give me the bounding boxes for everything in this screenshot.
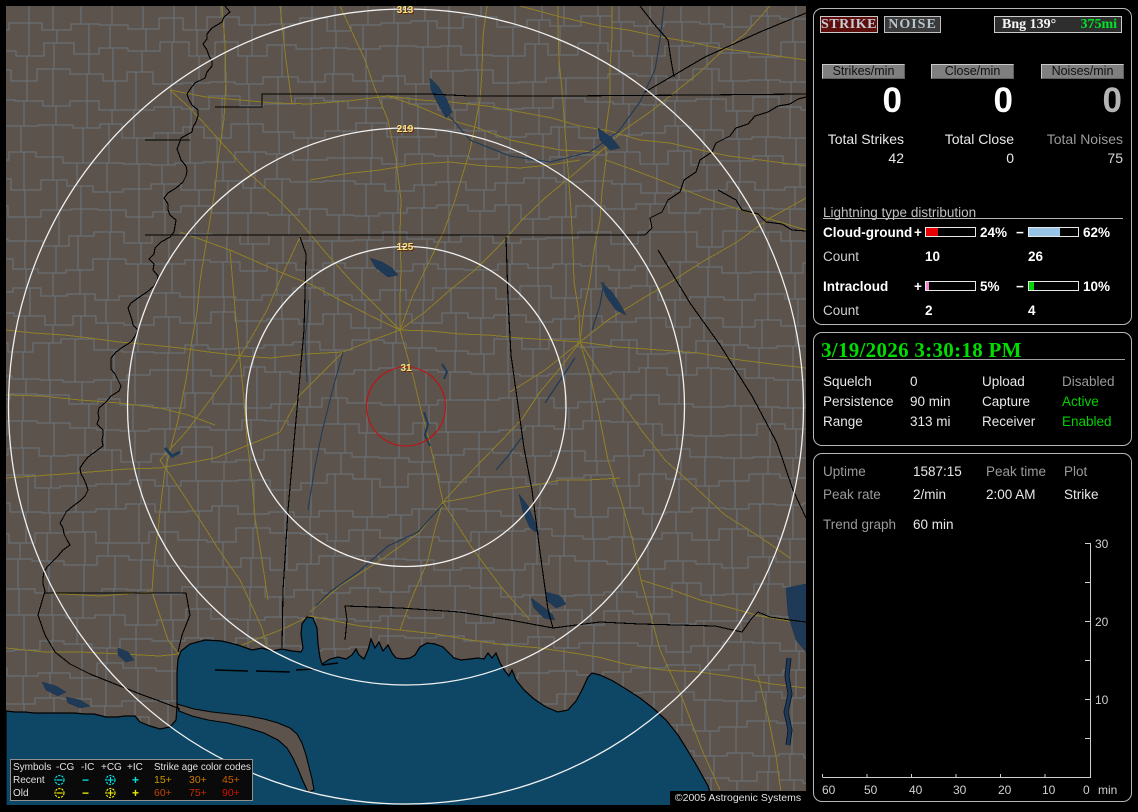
svg-text:Symbols: Symbols <box>13 762 51 773</box>
svg-text:313: 313 <box>397 6 414 16</box>
svg-text:30: 30 <box>1095 537 1109 551</box>
svg-text:60+: 60+ <box>154 787 172 799</box>
svg-text:15+: 15+ <box>154 774 172 786</box>
svg-text:20: 20 <box>998 783 1012 797</box>
svg-text:0: 0 <box>1083 783 1090 797</box>
svg-text:+CG: +CG <box>101 762 122 773</box>
svg-text:60: 60 <box>822 783 836 797</box>
svg-text:75+: 75+ <box>189 787 207 799</box>
svg-text:+: + <box>132 786 139 800</box>
svg-text:30: 30 <box>953 783 967 797</box>
svg-text:125: 125 <box>397 242 414 253</box>
svg-text:−: − <box>82 773 89 787</box>
svg-text:-CG: -CG <box>56 762 75 773</box>
svg-text:40: 40 <box>909 783 923 797</box>
svg-text:31: 31 <box>400 363 412 374</box>
svg-text:+IC: +IC <box>127 762 143 773</box>
svg-text:10: 10 <box>1042 783 1056 797</box>
svg-text:219: 219 <box>397 124 414 135</box>
svg-text:20: 20 <box>1095 615 1109 629</box>
svg-text:50: 50 <box>864 783 878 797</box>
svg-text:Recent: Recent <box>13 775 45 786</box>
svg-text:Old: Old <box>13 788 29 799</box>
svg-text:+: + <box>132 773 139 787</box>
svg-text:45+: 45+ <box>222 774 240 786</box>
svg-text:-IC: -IC <box>81 762 94 773</box>
svg-text:Strike age color codes: Strike age color codes <box>154 762 251 773</box>
svg-text:10: 10 <box>1095 693 1109 707</box>
svg-text:90+: 90+ <box>222 787 240 799</box>
svg-text:min: min <box>1098 783 1117 797</box>
svg-text:30+: 30+ <box>189 774 207 786</box>
svg-text:−: − <box>82 786 89 800</box>
